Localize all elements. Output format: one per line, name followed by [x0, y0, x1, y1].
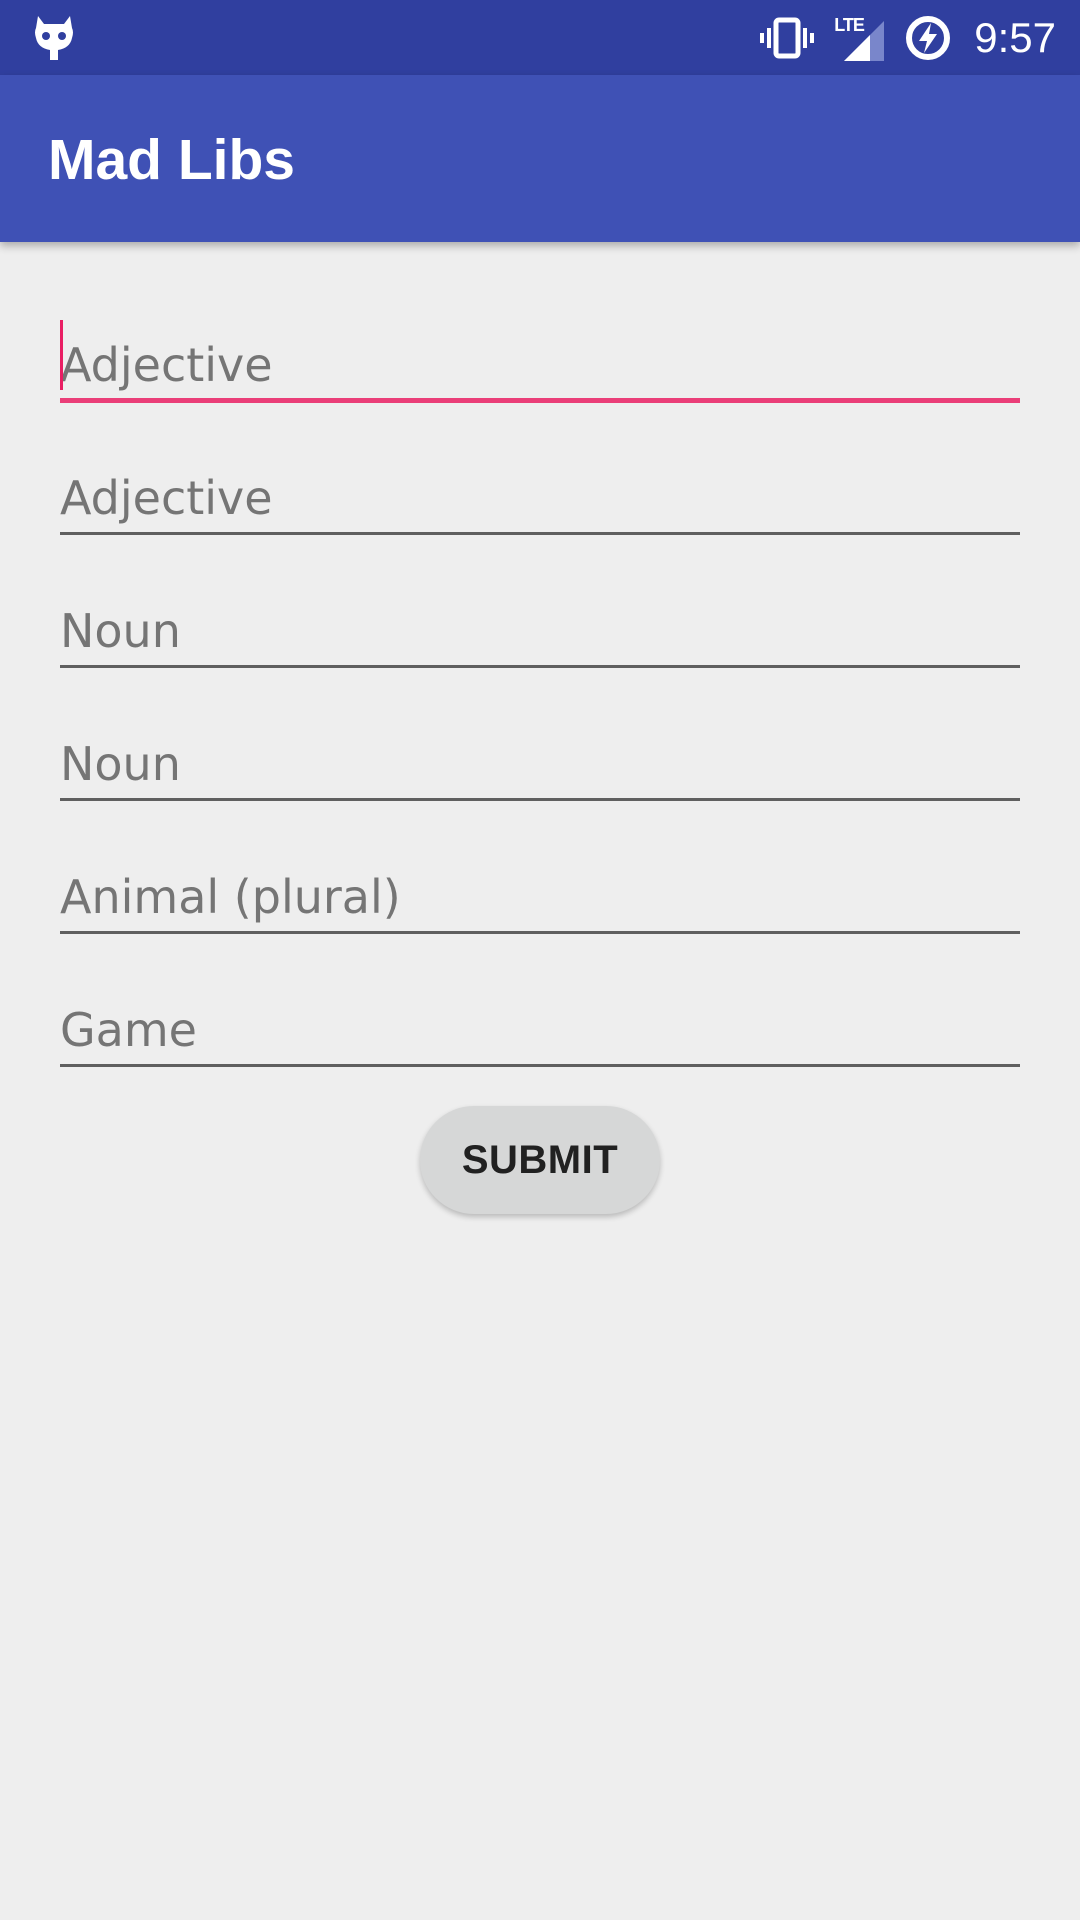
adjective-field-2[interactable] — [60, 433, 1020, 566]
adjective-field-1[interactable] — [60, 300, 1020, 433]
input-underline — [60, 665, 1020, 668]
game-field[interactable] — [60, 965, 1020, 1098]
input-underline — [60, 1064, 1020, 1067]
app-bar: Mad Libs — [0, 75, 1080, 242]
mad-libs-form — [60, 300, 1020, 1098]
input-underline — [60, 532, 1020, 535]
vibrate-icon — [760, 16, 815, 60]
input-underline-focused — [60, 398, 1020, 403]
app-title: Mad Libs — [48, 128, 296, 192]
text-cursor — [60, 320, 63, 390]
status-time: 9:57 — [974, 13, 1056, 61]
animal-plural-field[interactable] — [60, 832, 1020, 965]
game-input[interactable] — [60, 995, 1020, 1065]
submit-button[interactable]: SUBMIT — [420, 1106, 660, 1214]
adjective-input-2[interactable] — [60, 463, 1020, 533]
submit-container: SUBMIT — [0, 1106, 1080, 1214]
battery-charging-icon — [904, 14, 952, 62]
noun-input-2[interactable] — [60, 729, 1020, 799]
noun-input-1[interactable] — [60, 596, 1020, 666]
cyanogen-icon — [32, 14, 76, 62]
noun-field-2[interactable] — [60, 699, 1020, 832]
animal-plural-input[interactable] — [60, 862, 1020, 932]
input-underline — [60, 931, 1020, 934]
adjective-input-1[interactable] — [60, 330, 1020, 400]
lte-signal-icon: LTE — [832, 13, 886, 63]
status-bar: LTE 9:57 — [0, 0, 1080, 75]
input-underline — [60, 798, 1020, 801]
noun-field-1[interactable] — [60, 566, 1020, 699]
